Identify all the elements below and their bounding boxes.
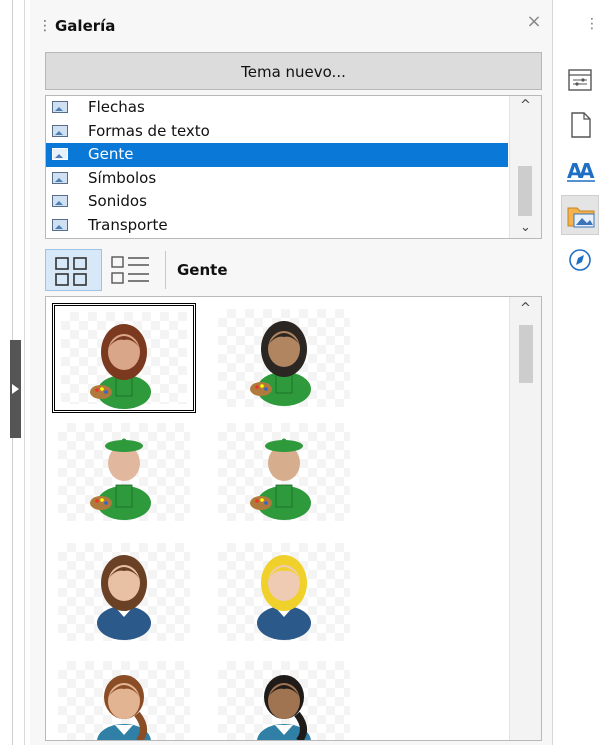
scroll-down-icon[interactable]: ⌄ [510,218,541,238]
close-icon[interactable]: × [522,10,546,34]
person-icon [90,324,151,409]
scroll-up-icon[interactable]: ^ [510,96,541,116]
page-icon [571,112,591,138]
image-icon [52,195,68,207]
gallery-scrollbar[interactable]: ^ [509,297,541,740]
theme-item-sonidos[interactable]: Sonidos [46,190,508,214]
new-theme-button[interactable]: Tema nuevo... [45,52,542,90]
image-icon [52,148,68,160]
scroll-thumb[interactable] [519,325,533,383]
gallery-icon [567,207,595,228]
gallery-item-painter-beret-light[interactable] [52,417,196,527]
icon-view-button[interactable] [45,249,102,291]
gallery-item-woman-blonde-vest[interactable] [212,537,356,647]
gallery-preview[interactable]: ^ [45,296,542,741]
current-theme-label: Gente [177,261,228,279]
theme-item-transporte[interactable]: Transporte [46,214,508,238]
gallery-tab[interactable] [561,195,599,235]
theme-item-simbolos[interactable]: Símbolos [46,167,508,191]
image-icon [52,124,68,137]
arrow-right-icon [12,384,19,394]
tabbar-menu-icon[interactable]: ⋮ [585,12,599,36]
styles-icon: A A [567,159,595,183]
image-icon [52,171,68,184]
scroll-thumb[interactable] [518,166,532,216]
person-icon [97,555,151,640]
gallery-item-woman-brown-hair-vest[interactable] [52,537,196,647]
theme-list[interactable]: Flechas Formas de texto Gente Símbolos S… [45,95,542,239]
gallery-item-painter-brown-hair-woman[interactable] [52,303,196,413]
theme-item-formas-de-texto[interactable]: Formas de texto [46,120,508,144]
properties-tab[interactable] [561,60,599,100]
theme-item-flechas[interactable]: Flechas [46,96,508,120]
list-view-icon [111,256,149,284]
gallery-item-woman-dark-ponytail[interactable] [212,655,356,740]
person-icon [250,321,311,406]
collapse-sidebar-handle[interactable] [10,340,21,438]
person-icon [257,555,311,640]
theme-item-label: Sonidos [88,192,147,210]
navigator-tab[interactable] [561,240,599,280]
panel-title: Galería [55,17,116,35]
svg-text:A: A [579,159,595,183]
person-icon [90,438,151,520]
theme-item-label: Símbolos [88,168,157,187]
toolbar-separator [165,251,166,289]
panel-grip-icon[interactable]: ⋮ [38,14,52,38]
theme-item-label: Gente [88,145,134,163]
image-icon [52,218,68,231]
page-tab[interactable] [561,105,599,145]
detail-view-button[interactable] [103,249,160,291]
scroll-up-icon[interactable]: ^ [510,299,541,319]
compass-icon [569,249,591,271]
gallery-item-painter-beret-medium[interactable] [212,417,356,527]
theme-item-label: Transporte [88,215,168,234]
image-icon [52,101,68,113]
properties-icon [568,69,592,91]
left-border-inner [24,0,25,745]
gallery-item-woman-brown-ponytail[interactable] [52,655,196,740]
person-icon [250,438,311,520]
grid-view-icon [55,257,87,286]
styles-tab[interactable]: A A [561,150,599,190]
person-icon [97,675,151,740]
theme-item-gente[interactable]: Gente [46,143,508,167]
theme-list-scrollbar[interactable]: ^ ⌄ [509,96,541,238]
theme-item-label: Formas de texto [88,121,210,140]
theme-item-label: Flechas [88,98,145,116]
gallery-item-painter-dark-hair-woman[interactable] [212,303,356,413]
person-icon [257,675,311,740]
